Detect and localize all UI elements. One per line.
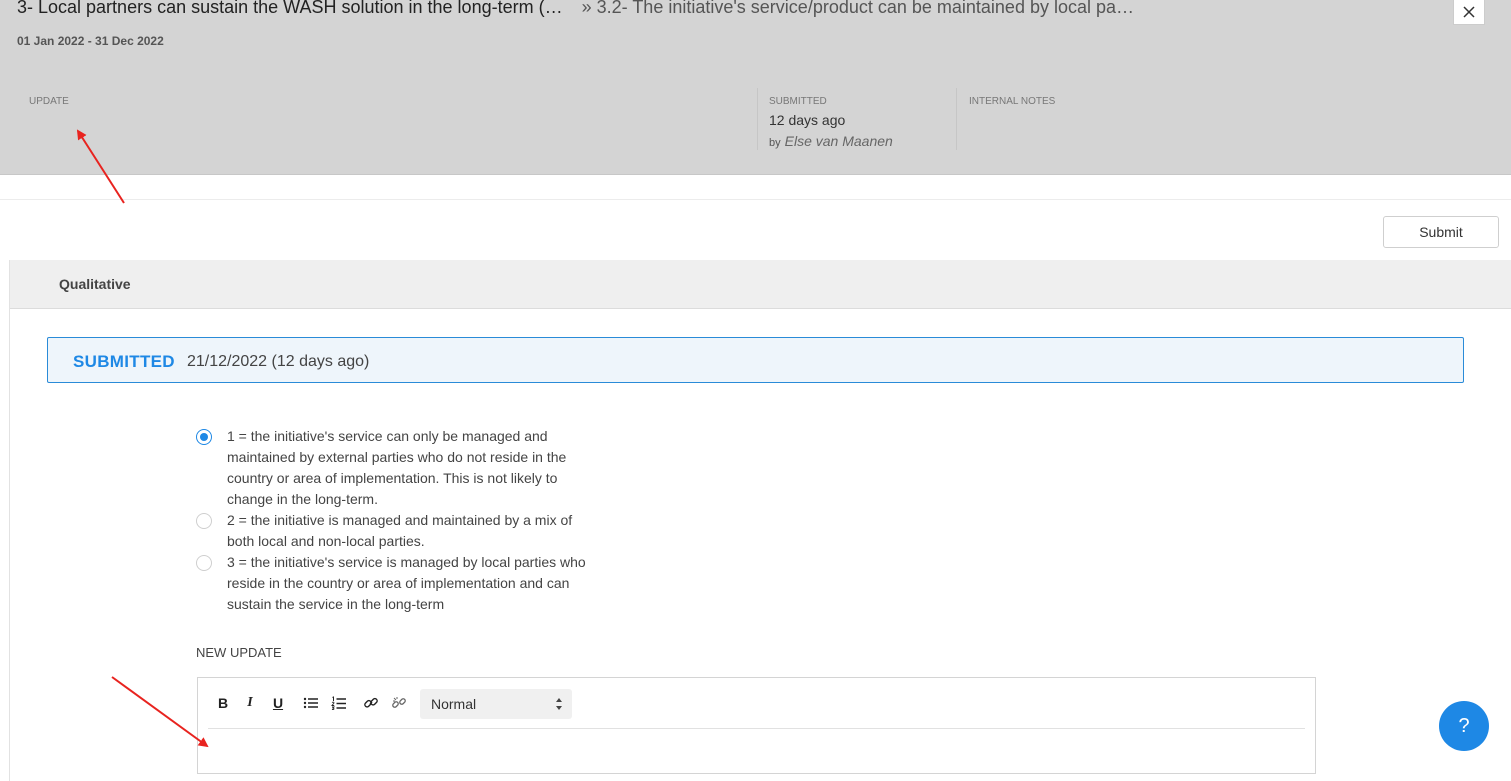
score-options: 1 = the initiative's service can only be…: [196, 426, 596, 615]
link-button[interactable]: [362, 692, 380, 714]
score-option-2[interactable]: 2 = the initiative is managed and mainta…: [196, 510, 596, 552]
submitted-by: by Else van Maanen: [769, 133, 893, 149]
italic-button[interactable]: I: [243, 692, 257, 714]
submitted-column-label: SUBMITTED: [769, 96, 827, 107]
numbered-list-button[interactable]: [330, 692, 348, 714]
editor-toolbar: B I U Normal: [198, 678, 1315, 729]
radio-selected-icon[interactable]: [196, 429, 212, 445]
status-banner: SUBMITTED 21/12/2022 (12 days ago): [47, 337, 1464, 383]
divider: [0, 199, 1511, 200]
panel-header: Qualitative: [10, 260, 1511, 309]
underline-button[interactable]: U: [271, 692, 285, 714]
radio-icon[interactable]: [196, 513, 212, 529]
unlink-button[interactable]: [390, 692, 408, 714]
period-range: 01 Jan 2022 - 31 Dec 2022: [17, 34, 164, 48]
text-style-value: Normal: [431, 696, 477, 712]
new-update-label: NEW UPDATE: [196, 645, 282, 660]
update-column-label: UPDATE: [29, 96, 69, 107]
radio-icon[interactable]: [196, 555, 212, 571]
select-arrows-icon: [556, 698, 562, 710]
text-style-select[interactable]: Normal: [420, 689, 572, 719]
submit-button[interactable]: Submit: [1383, 216, 1499, 248]
status-date: 21/12/2022 (12 days ago): [187, 353, 370, 370]
score-option-1[interactable]: 1 = the initiative's service can only be…: [196, 426, 596, 510]
indicator-title: » 3.2- The initiative's service/product …: [581, 0, 1135, 17]
internal-notes-column-label: INTERNAL NOTES: [969, 96, 1056, 107]
bullet-list-icon: [303, 697, 318, 709]
help-icon: ?: [1458, 714, 1470, 737]
option-label: 1 = the initiative's service can only be…: [227, 428, 567, 507]
rich-text-editor: B I U Normal: [197, 677, 1316, 774]
submitter-name: Else van Maanen: [784, 133, 893, 149]
column-divider: [757, 88, 758, 150]
panel-title: Qualitative: [59, 276, 131, 292]
close-icon: [1463, 6, 1475, 18]
toolbar-divider: [208, 728, 1305, 729]
bullet-list-button[interactable]: [302, 692, 320, 714]
option-label: 2 = the initiative is managed and mainta…: [227, 512, 573, 549]
score-option-3[interactable]: 3 = the initiative's service is managed …: [196, 552, 596, 615]
status-badge: SUBMITTED: [73, 352, 175, 371]
link-icon: [364, 697, 378, 708]
indicator-title-row: 3- Local partners can sustain the WASH s…: [17, 0, 1134, 18]
by-prefix: by: [769, 137, 781, 149]
numbered-list-icon: [331, 696, 346, 710]
column-divider: [956, 88, 957, 150]
close-button[interactable]: [1453, 0, 1485, 25]
bold-button[interactable]: B: [216, 692, 230, 714]
result-title: 3- Local partners can sustain the WASH s…: [17, 0, 563, 17]
option-label: 3 = the initiative's service is managed …: [227, 554, 586, 612]
unlink-icon: [392, 697, 406, 708]
update-text-area[interactable]: [208, 730, 1305, 772]
submitted-time: 12 days ago: [769, 112, 846, 128]
help-button[interactable]: ?: [1439, 701, 1489, 751]
update-header: 3- Local partners can sustain the WASH s…: [0, 0, 1511, 175]
